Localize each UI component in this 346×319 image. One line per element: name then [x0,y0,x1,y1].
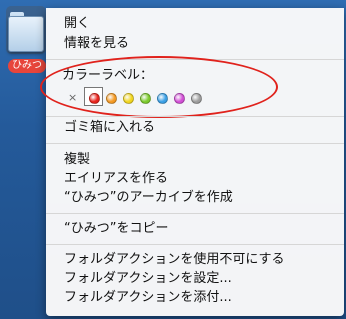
menu-item-folder-actions-configure[interactable]: フォルダアクションを設定... [64,270,232,288]
menu-item-move-to-trash[interactable]: ゴミ箱に入れる [64,119,155,137]
folder-icon[interactable] [6,6,46,56]
menu-item-make-alias[interactable]: エイリアスを作る [64,170,168,188]
desktop: ひみつ 開く 情報を見る カラーラベル： × ゴミ箱に入れる 複製 エイリアスを… [0,0,346,319]
folder-label[interactable]: ひみつ [8,59,46,73]
menu-separator [46,213,344,214]
menu-item-duplicate[interactable]: 複製 [64,151,90,169]
menu-item-copy[interactable]: “ひみつ”をコピー [64,220,168,238]
menu-item-create-archive[interactable]: “ひみつ”のアーカイブを作成 [64,189,233,207]
menu-item-open[interactable]: 開く [64,15,90,33]
menu-item-folder-actions-attach[interactable]: フォルダアクションを添付... [64,289,232,307]
menu-separator [46,143,344,144]
folder-body [8,16,44,52]
annotation-ellipse [40,56,278,118]
menu-item-folder-actions-disable[interactable]: フォルダアクションを使用不可にする [64,251,284,269]
context-menu: 開く 情報を見る カラーラベル： × ゴミ箱に入れる 複製 エイリアスを作る “… [40,8,344,316]
menu-item-get-info[interactable]: 情報を見る [64,35,129,53]
menu-separator [46,116,344,117]
menu-separator [46,244,344,245]
